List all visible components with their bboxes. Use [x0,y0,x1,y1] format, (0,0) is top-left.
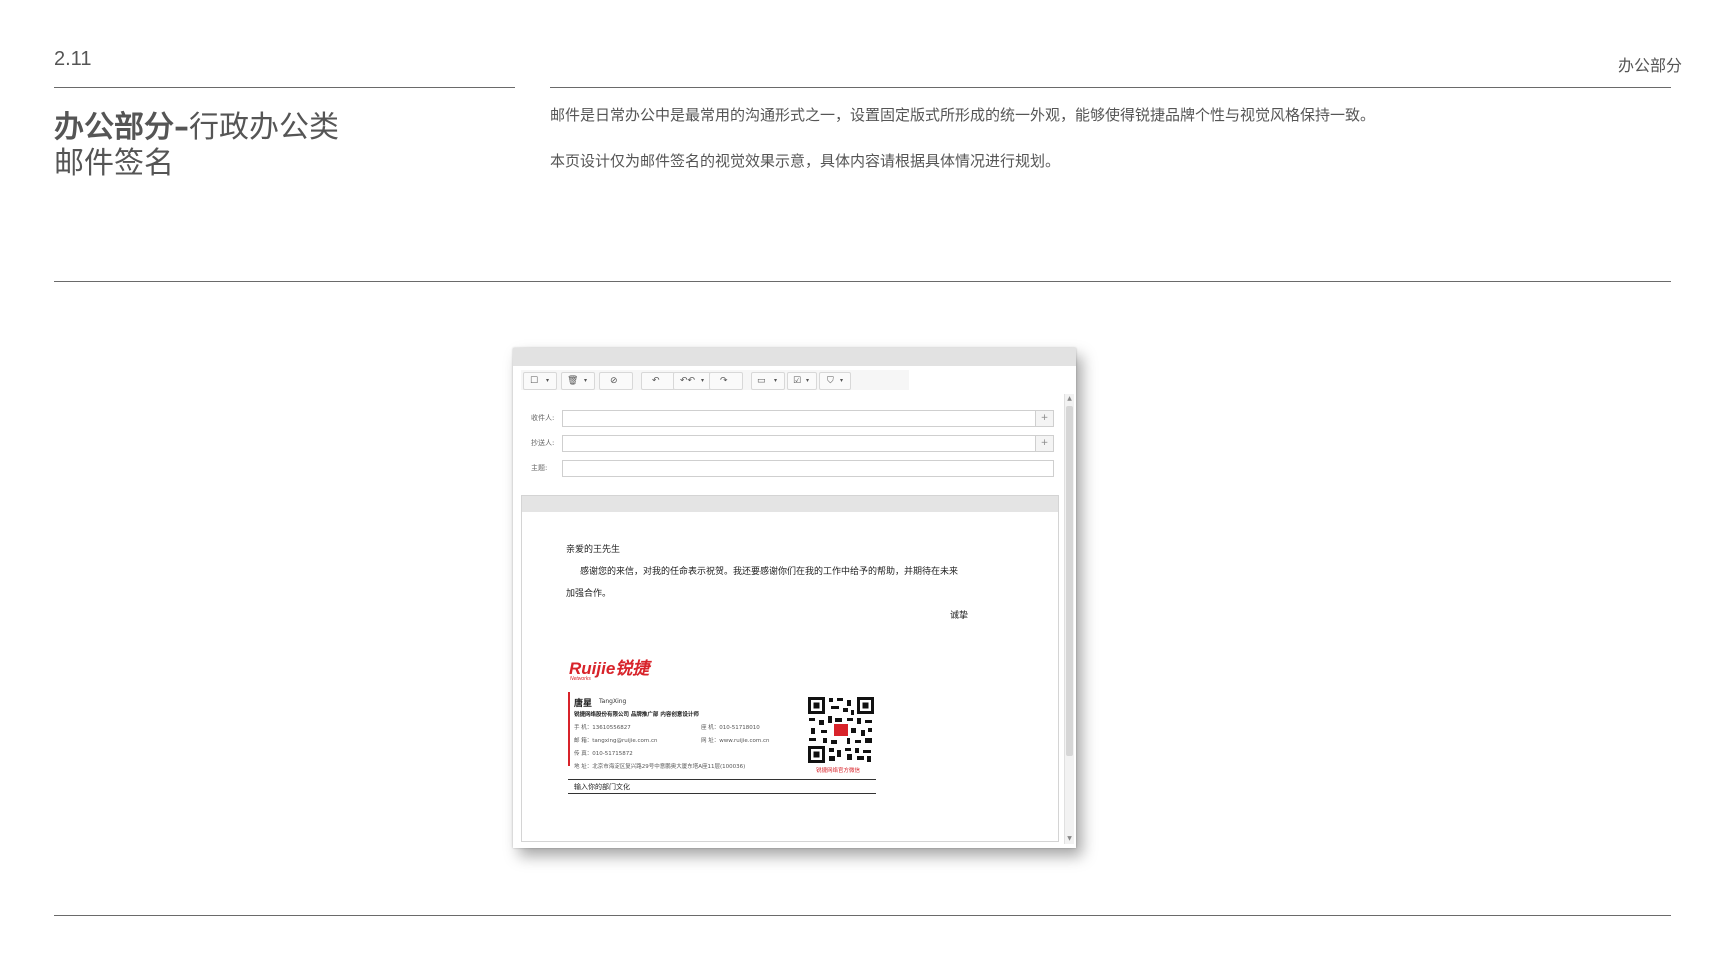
select-button[interactable]: ☐ ▾ [523,372,557,390]
qr-code-image [807,696,875,764]
to-label: 收件人: [531,414,555,422]
culture-bottom-line [568,793,876,794]
email-window: ☐ ▾ 🗑 ▾ ⊘ ↶ ↶↶ ▾ ↷ ▭ ▾ ☑ ▾ ⛉ ▾ 收件人: + 抄送… [513,348,1076,848]
chevron-down-icon: ▾ [774,377,778,384]
chevron-down-icon: ▾ [546,377,550,384]
department-culture: 输入你的部门文化 [574,783,630,791]
chevron-down-icon: ▾ [701,377,705,384]
checkbox-icon: ☐ [530,376,539,386]
reply-all-icon: ↶↶ [680,376,696,386]
cc-label: 抄送人: [531,439,555,447]
signature-website: 网 址：www.ruijie.com.cn [701,738,770,744]
reply-button[interactable]: ↶ [641,372,675,390]
to-input[interactable]: + [562,410,1054,427]
subject-label: 主题: [531,464,548,472]
signature-address: 地 址：北京市海淀区复兴路29号中意鹏奥大厦东塔A座11层(100036) [574,764,746,770]
chevron-down-icon: ▾ [806,377,810,384]
paragraph-line-2: 加强合作。 [566,589,612,599]
signature-email: 邮 箱：tangxing@ruijie.com.cn [574,738,658,744]
signature-name-en: TangXing [599,698,627,705]
closing: 诚挚 [950,611,969,621]
bottom-rule [54,915,1671,916]
forward-icon: ↷ [720,376,728,386]
reply-all-button[interactable]: ↶↶ ▾ [673,372,711,390]
mark-icon: ☑ [793,376,802,386]
description-line-2: 本页设计仅为邮件签名的视觉效果示意，具体内容请根据具体情况进行规划。 [550,152,1061,170]
filter-button[interactable]: ⛉ ▾ [819,372,851,390]
subject-input[interactable] [562,460,1054,477]
signature-company: 锐捷网络股份有限公司 品牌推广部 内容创意设计师 [574,712,699,718]
section-rule [54,281,1671,282]
scroll-down-icon[interactable]: ▼ [1065,834,1074,844]
block-icon: ⊘ [610,376,618,386]
svg-text:Networks: Networks [570,676,591,681]
add-recipient-button[interactable]: + [1035,411,1053,426]
qr-caption: 锐捷网络官方微信 [816,768,861,774]
signature-name: 唐星 [574,699,593,709]
culture-top-line [568,779,876,780]
header-rule-left [54,87,515,88]
signature-fax: 传 真：010-51715872 [574,751,633,757]
block-button[interactable]: ⊘ [599,372,633,390]
reply-icon: ↶ [652,376,660,386]
header-rule-right [550,87,1671,88]
editor-toolbar-strip [522,496,1058,512]
chevron-down-icon: ▾ [840,377,844,384]
mark-button[interactable]: ☑ ▾ [787,372,817,390]
window-title-bar [513,348,1076,366]
page-subtitle: 邮件签名 [54,146,174,181]
scrollbar[interactable]: ▲ ▼ [1064,394,1074,844]
paragraph-line-1: 感谢您的来信，对我的任命表示祝贺。我还要感谢你们在我的工作中给予的帮助，并期待在… [580,567,959,577]
ruijie-logo: Ruijie锐捷 Networks [569,659,652,681]
chevron-down-icon: ▾ [584,377,588,384]
delete-icon: 🗑 [567,376,579,386]
section-label: 办公部分 [1617,56,1682,75]
title-rest: 行政办公类 [189,110,339,145]
description-line-1: 邮件是日常办公中是最常用的沟通形式之一，设置固定版式所形成的统一外观，能够使得锐… [550,106,1376,124]
signature-mobile: 手 机：13610556827 [574,725,631,731]
scroll-thumb[interactable] [1066,406,1073,756]
add-cc-button[interactable]: + [1035,436,1053,451]
scroll-up-icon[interactable]: ▲ [1065,394,1074,404]
filter-icon: ⛉ [827,376,834,386]
forward-button[interactable]: ↷ [709,372,743,390]
cc-input[interactable]: + [562,435,1054,452]
greeting: 亲爱的王先生 [566,545,621,555]
email-toolbar: ☐ ▾ 🗑 ▾ ⊘ ↶ ↶↶ ▾ ↷ ▭ ▾ ☑ ▾ ⛉ ▾ [521,370,909,390]
move-folder-button[interactable]: ▭ ▾ [751,372,785,390]
page-number: 2.11 [54,48,92,70]
signature-accent-bar [568,692,570,766]
folder-icon: ▭ [757,376,766,386]
title-dash: – [174,110,189,145]
signature-phone: 座 机：010-51718010 [701,725,760,731]
delete-button[interactable]: 🗑 ▾ [561,372,595,390]
